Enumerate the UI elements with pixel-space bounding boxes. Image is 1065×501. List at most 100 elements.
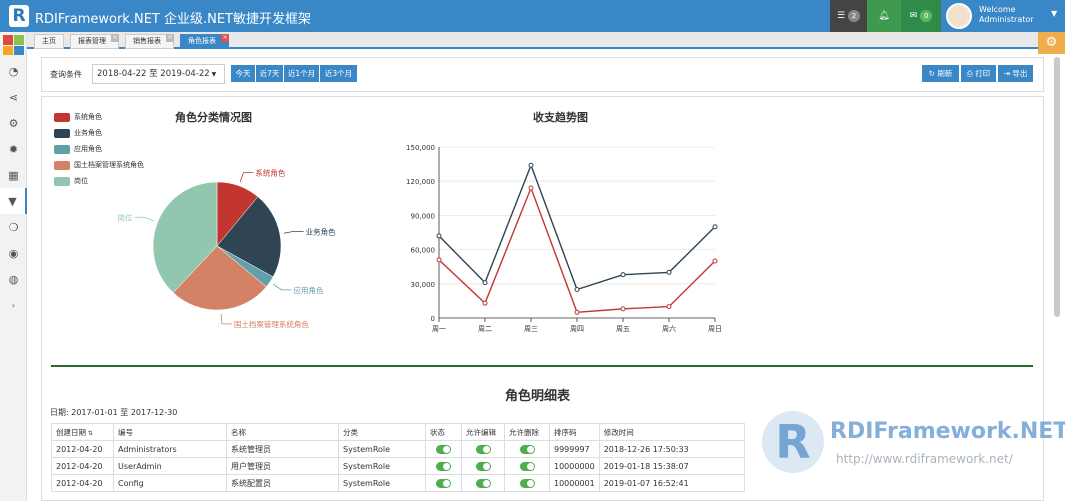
allow-delete-toggle[interactable]: [504, 440, 550, 458]
share-icon[interactable]: ⋖: [0, 84, 27, 110]
filter-icon[interactable]: ▼: [0, 188, 27, 214]
close-icon[interactable]: ×: [111, 34, 119, 42]
scrollbar[interactable]: [1054, 57, 1060, 317]
data-point[interactable]: [712, 258, 718, 264]
last-3-months-button[interactable]: 近3个月: [320, 65, 358, 82]
list-button[interactable]: ☰ 2: [830, 0, 867, 32]
pie-label-line: [134, 216, 154, 222]
cell-name: 系统配置员: [226, 474, 339, 492]
col-allow-delete[interactable]: 允许删除: [504, 423, 550, 441]
bug-icon[interactable]: ✹: [0, 136, 27, 162]
col-category[interactable]: 分类: [338, 423, 426, 441]
close-icon[interactable]: ×: [166, 34, 174, 42]
legend-swatch: [54, 128, 70, 138]
pie-chart: 系统角色业务角色应用角色国土档案管理系统角色 岗位: [117, 168, 336, 329]
expand-icon[interactable]: ›: [0, 292, 27, 318]
toggle-switch[interactable]: [436, 444, 451, 454]
table-row[interactable]: 2012-04-20 Administrators 系统管理员 SystemRole 9…: [51, 440, 745, 458]
data-point[interactable]: [482, 280, 488, 286]
date-range-picker[interactable]: 2018-04-22 至 2019-04-22 ▼: [92, 64, 225, 84]
watermark: R RDIFramework.NET http://www.rdiframewo…: [760, 407, 1065, 477]
data-point[interactable]: [436, 233, 442, 239]
legend-swatch: [54, 144, 70, 154]
toggle-switch[interactable]: [475, 444, 491, 454]
tab-report-management[interactable]: 报表管理 ×: [70, 34, 119, 49]
col-created-date[interactable]: 创建日期 ⇅: [51, 423, 114, 441]
allow-delete-toggle[interactable]: [504, 457, 550, 475]
list-icon: ☰: [836, 11, 846, 21]
chevron-down-icon: ▼: [1051, 9, 1058, 18]
data-point[interactable]: [666, 269, 672, 275]
cell-sort-code: 10000000: [549, 457, 600, 475]
sort-icon: ⇅: [86, 429, 93, 437]
last-month-button[interactable]: 近1个月: [284, 65, 320, 82]
pie-slice-label: 系统角色: [255, 168, 285, 178]
allow-edit-toggle[interactable]: [461, 440, 505, 458]
col-status[interactable]: 状态: [425, 423, 462, 441]
data-point[interactable]: [574, 287, 580, 292]
data-point[interactable]: [574, 309, 580, 315]
close-icon[interactable]: ×: [221, 34, 229, 42]
col-sort-code[interactable]: 排序码: [549, 423, 600, 441]
cogs-icon[interactable]: ⚙: [0, 110, 27, 136]
status-toggle[interactable]: [425, 457, 462, 475]
data-point[interactable]: [620, 272, 626, 278]
data-point[interactable]: [712, 224, 718, 230]
allow-edit-toggle[interactable]: [461, 474, 505, 492]
toggle-switch[interactable]: [519, 461, 535, 471]
legend-item[interactable]: 应用角色: [54, 141, 144, 157]
toggle-switch[interactable]: [519, 478, 535, 488]
allow-edit-toggle[interactable]: [461, 457, 505, 475]
export-button[interactable]: ⇥ 导出: [998, 65, 1033, 82]
legend-swatch: [54, 176, 70, 186]
data-point[interactable]: [482, 300, 488, 306]
settings-gear-icon[interactable]: ⚙: [1038, 32, 1065, 54]
data-point[interactable]: [620, 306, 626, 312]
eye-icon[interactable]: ◉: [0, 240, 27, 266]
col-modified-time[interactable]: 修改时间: [598, 423, 745, 441]
cell-name: 用户管理员: [226, 457, 339, 475]
cell-code: Administrators: [113, 440, 227, 458]
pie-slice-label: 应用角色: [294, 285, 324, 295]
tab-role-report[interactable]: 角色报表 ×: [180, 34, 229, 49]
col-code[interactable]: 编号: [113, 423, 227, 441]
user-menu[interactable]: Welcome Administrator ▼: [941, 0, 1065, 32]
data-point[interactable]: [528, 185, 534, 191]
tab-home[interactable]: 主页: [34, 34, 64, 49]
print-label: 打印: [975, 69, 991, 78]
globe-icon[interactable]: ◍: [0, 266, 27, 292]
allow-delete-toggle[interactable]: [504, 474, 550, 492]
table-row[interactable]: 2012-04-20 Config 系统配置员 SystemRole 10000001 2…: [51, 474, 745, 492]
last-7-days-button[interactable]: 近7天: [256, 65, 284, 82]
status-toggle[interactable]: [425, 474, 462, 492]
cell-sort-code: 10000001: [549, 474, 600, 492]
cell-category: SystemRole: [338, 440, 426, 458]
dashboard-icon[interactable]: ◔: [0, 58, 27, 84]
data-point[interactable]: [436, 257, 442, 263]
tab-sales-report[interactable]: 销售报表 ×: [125, 34, 174, 49]
toggle-switch[interactable]: [519, 444, 535, 454]
mail-button[interactable]: ✉ 0: [901, 0, 941, 32]
print-button[interactable]: ⎙ 打印: [961, 65, 996, 82]
col-name[interactable]: 名称: [226, 423, 339, 441]
data-point[interactable]: [666, 304, 672, 310]
data-point[interactable]: [528, 162, 534, 168]
app-logo[interactable]: R: [9, 5, 29, 27]
status-toggle[interactable]: [425, 440, 462, 458]
bell-button[interactable]: 🔔︎: [867, 0, 901, 32]
refresh-button[interactable]: ↻ 刷新: [922, 65, 959, 82]
today-button[interactable]: 今天: [231, 65, 256, 82]
toggle-switch[interactable]: [475, 461, 491, 471]
legend-item[interactable]: 业务角色: [54, 125, 144, 141]
toggle-switch[interactable]: [475, 478, 491, 488]
legend-item[interactable]: 系统角色: [54, 109, 144, 125]
pie-label-line: [283, 230, 304, 234]
col-allow-edit[interactable]: 允许编辑: [461, 423, 505, 441]
calendar-icon[interactable]: ▦: [0, 162, 27, 188]
wechat-icon[interactable]: ❍: [0, 214, 27, 240]
cell-modified-time: 2019-01-18 15:38:07: [598, 457, 745, 475]
toggle-switch[interactable]: [436, 478, 451, 488]
toggle-switch[interactable]: [436, 461, 451, 471]
apps-grid-icon[interactable]: [0, 32, 27, 58]
table-row[interactable]: 2012-04-20 UserAdmin 用户管理员 SystemRole 100000…: [51, 457, 745, 475]
